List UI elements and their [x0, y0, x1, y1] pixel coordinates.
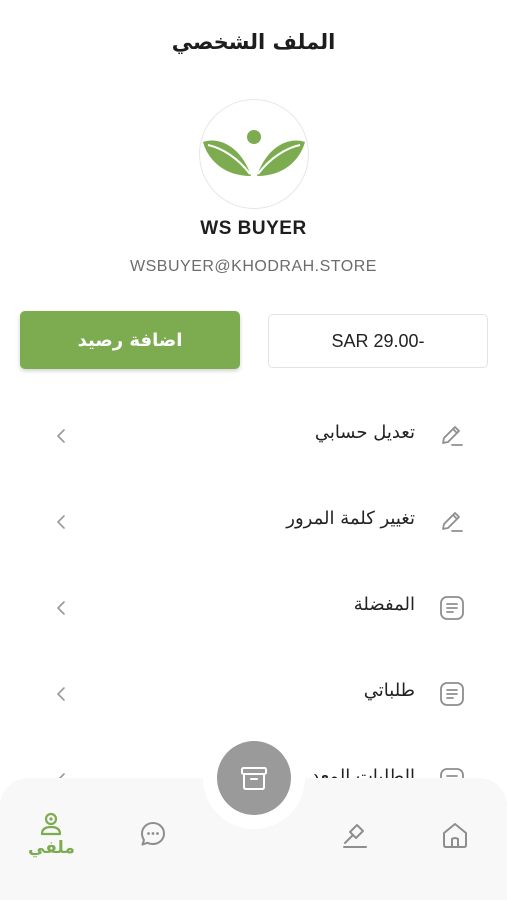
- chevron-left-icon: [57, 687, 65, 701]
- chat-icon: [141, 822, 165, 846]
- username: WS BUYER: [200, 218, 307, 239]
- avatar: [199, 99, 309, 209]
- nav-profile[interactable]: ملفي: [28, 812, 75, 858]
- leaf-logo-icon: [203, 130, 305, 176]
- chevron-left-icon: [57, 601, 65, 615]
- home-icon: [443, 823, 467, 848]
- nav-chat[interactable]: [139, 820, 167, 848]
- list-icon: [440, 682, 464, 706]
- pencil-icon: [442, 512, 463, 532]
- menu-item-label: تغيير كلمة المرور: [286, 508, 415, 529]
- person-icon: [41, 812, 62, 836]
- menu-item-change-password[interactable]: تغيير كلمة المرور: [0, 492, 507, 552]
- pencil-icon: [442, 426, 463, 446]
- list-icon: [440, 596, 464, 620]
- menu-item-label: تعديل حسابي: [314, 422, 415, 443]
- menu-item-label: طلباتي: [363, 680, 415, 701]
- nav-profile-label: ملفي: [28, 838, 75, 858]
- box-icon: [241, 767, 267, 790]
- balance-display: SAR 29.00-: [268, 314, 488, 368]
- menu-item-edit-account[interactable]: تعديل حسابي: [0, 406, 507, 466]
- add-balance-button[interactable]: اضافة رصيد: [20, 311, 240, 369]
- email: WSBUYER@KHODRAH.STORE: [130, 258, 377, 275]
- chevron-left-icon: [57, 515, 65, 529]
- menu-item-my-orders[interactable]: طلباتي: [0, 664, 507, 724]
- gavel-icon: [343, 824, 367, 848]
- nav-auction[interactable]: [340, 820, 370, 850]
- menu-item-label: المفضلة: [353, 594, 415, 615]
- nav-home[interactable]: [440, 820, 470, 850]
- chevron-left-icon: [57, 429, 65, 443]
- center-fab-button[interactable]: [217, 741, 291, 815]
- page-title: الملف الشخصي: [171, 30, 336, 54]
- menu-item-favorites[interactable]: المفضلة: [0, 578, 507, 638]
